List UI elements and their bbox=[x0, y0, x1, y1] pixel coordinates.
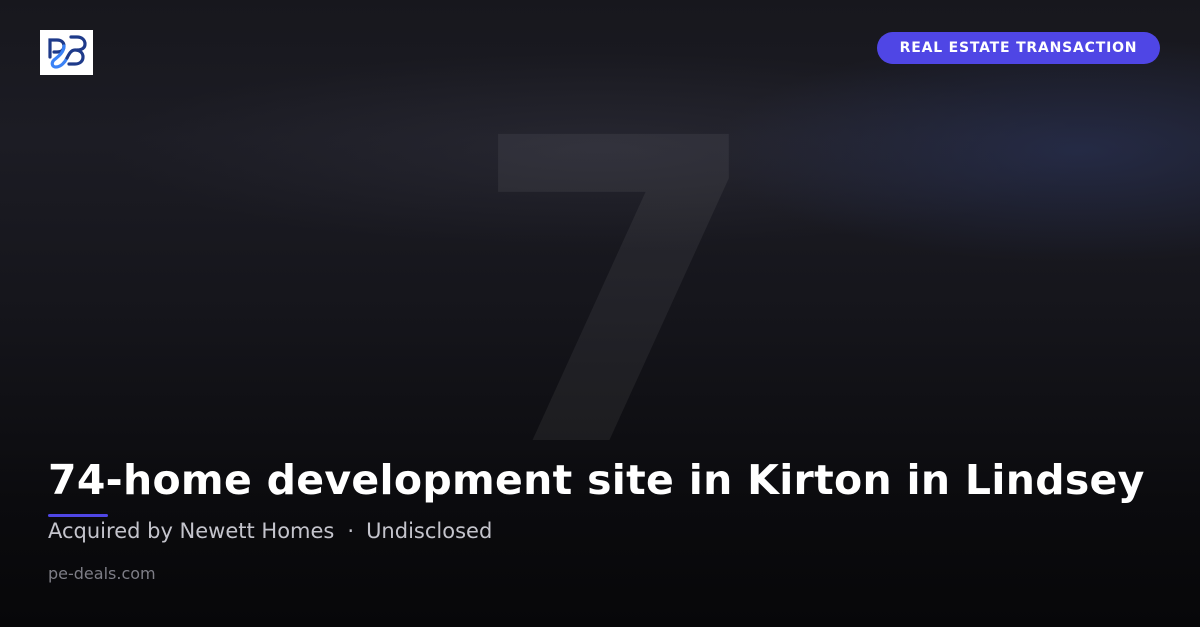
category-tag: REAL ESTATE TRANSACTION bbox=[877, 32, 1160, 64]
deal-title: 74-home development site in Kirton in Li… bbox=[48, 456, 1145, 504]
pe-deals-logo-icon bbox=[48, 35, 87, 69]
title-accent-bar bbox=[48, 514, 108, 517]
deal-value: Undisclosed bbox=[366, 519, 493, 543]
watermark-number: 7 bbox=[470, 51, 762, 540]
separator-dot: · bbox=[347, 519, 355, 543]
site-domain: pe-deals.com bbox=[48, 564, 156, 583]
deal-subtitle: Acquired by Newett Homes · Undisclosed bbox=[48, 519, 492, 543]
logo[interactable] bbox=[40, 30, 93, 75]
acquirer-text: Acquired by Newett Homes bbox=[48, 519, 335, 543]
